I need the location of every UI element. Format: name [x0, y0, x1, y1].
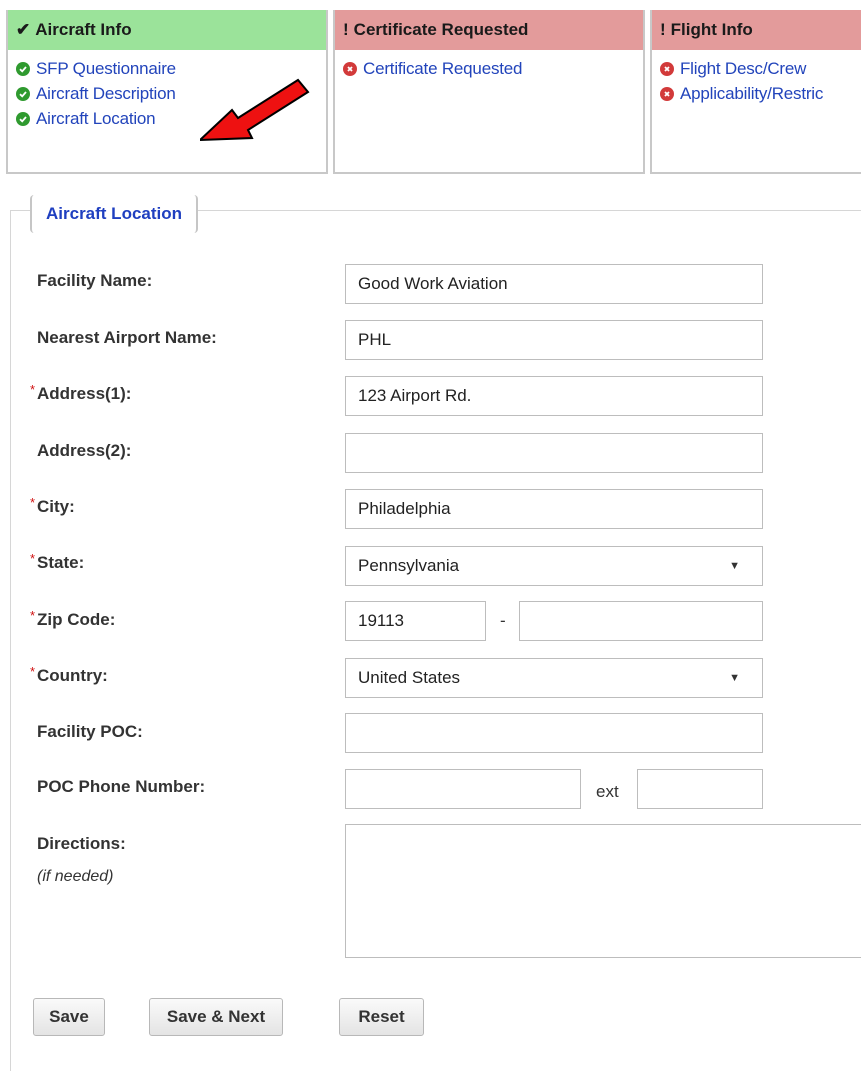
error-circle-icon	[343, 61, 357, 76]
card-header: ! Certificate Requested	[335, 10, 643, 50]
checkmark-icon: ✔	[16, 20, 31, 39]
state-select-value: Pennsylvania	[358, 556, 460, 575]
label-text: State:	[37, 553, 85, 572]
card-flight-info: ! Flight Info Flight Desc/Crew Applicabi…	[650, 10, 861, 174]
zip-separator: -	[500, 611, 506, 630]
city-field[interactable]	[345, 489, 763, 529]
required-marker: *	[30, 382, 36, 397]
check-circle-icon	[16, 86, 30, 101]
dropdown-caret-icon: ▼	[729, 672, 740, 684]
zip-code-label: * Zip Code:	[30, 608, 116, 630]
link-label[interactable]: Applicability/Restric	[680, 84, 823, 104]
card-link-applicability[interactable]: Applicability/Restric	[660, 81, 861, 106]
save-and-next-button[interactable]: Save & Next	[149, 998, 283, 1036]
label-text: City:	[37, 497, 75, 516]
link-label[interactable]: Certificate Requested	[363, 59, 522, 79]
link-label[interactable]: Aircraft Description	[36, 84, 176, 104]
facility-name-field[interactable]	[345, 264, 763, 304]
address2-field[interactable]	[345, 433, 763, 473]
check-circle-icon	[16, 111, 30, 126]
country-select-value: United States	[358, 668, 461, 687]
link-label[interactable]: Flight Desc/Crew	[680, 59, 806, 79]
error-circle-icon	[660, 61, 674, 76]
section-title: Aircraft Location	[30, 195, 199, 233]
state-label: * State:	[30, 551, 85, 573]
card-header: ! Flight Info	[652, 10, 861, 50]
country-label: * Country:	[30, 664, 108, 686]
exclamation-icon: !	[660, 20, 666, 39]
dropdown-caret-icon: ▼	[729, 560, 740, 572]
card-header: ✔ Aircraft Info	[8, 10, 326, 50]
address1-label: * Address(1):	[30, 382, 132, 404]
exclamation-icon: !	[343, 20, 349, 39]
label-text: Country:	[37, 666, 108, 685]
directions-label: Directions:	[37, 834, 126, 853]
zip-code-field[interactable]	[345, 601, 486, 641]
link-label[interactable]: Aircraft Location	[36, 109, 156, 129]
link-label[interactable]: SFP Questionnaire	[36, 59, 176, 79]
poc-phone-label: POC Phone Number:	[37, 777, 206, 796]
poc-phone-field[interactable]	[345, 769, 581, 809]
phone-ext-field[interactable]	[637, 769, 763, 809]
directions-hint: (if needed)	[37, 868, 114, 885]
label-text: Address(1):	[37, 384, 132, 403]
address1-field[interactable]	[345, 376, 763, 416]
zip-extension-field[interactable]	[519, 601, 763, 641]
card-link-flight-desc-crew[interactable]: Flight Desc/Crew	[660, 56, 861, 81]
city-label: * City:	[30, 495, 75, 517]
required-marker: *	[30, 495, 36, 510]
address2-label: Address(2):	[37, 441, 132, 460]
state-select[interactable]: Pennsylvania ▼	[345, 546, 763, 586]
error-circle-icon	[660, 86, 674, 101]
save-button[interactable]: Save	[33, 998, 105, 1036]
required-marker: *	[30, 608, 36, 623]
facility-poc-field[interactable]	[345, 713, 763, 753]
required-marker: *	[30, 664, 36, 679]
card-title: Flight Info	[670, 20, 753, 39]
card-certificate-requested: ! Certificate Requested Certificate Requ…	[333, 10, 645, 174]
nearest-airport-field[interactable]	[345, 320, 763, 360]
required-marker: *	[30, 551, 36, 566]
nearest-airport-label: Nearest Airport Name:	[37, 328, 217, 347]
card-title: Certificate Requested	[353, 20, 529, 39]
card-title: Aircraft Info	[35, 20, 132, 39]
card-link-certificate-requested[interactable]: Certificate Requested	[343, 56, 643, 81]
facility-poc-label: Facility POC:	[37, 722, 143, 741]
facility-name-label: Facility Name:	[37, 271, 153, 290]
country-select[interactable]: United States ▼	[345, 658, 763, 698]
reset-button[interactable]: Reset	[339, 998, 424, 1036]
phone-ext-label: ext	[596, 782, 619, 801]
label-text: Zip Code:	[37, 610, 116, 629]
directions-textarea[interactable]	[345, 824, 861, 958]
section-status-cards: ✔ Aircraft Info SFP Questionnaire Aircra…	[6, 10, 861, 178]
check-circle-icon	[16, 61, 30, 76]
red-pointer-arrow-icon	[200, 78, 310, 142]
